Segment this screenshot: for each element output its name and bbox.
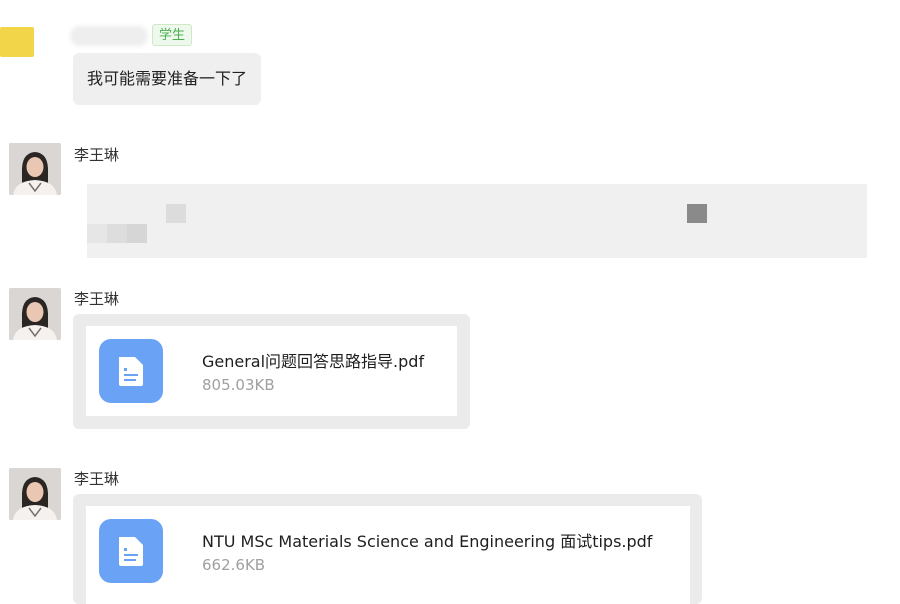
redaction-block — [166, 204, 186, 223]
redaction-block — [107, 224, 127, 243]
file-size: 805.03KB — [202, 376, 275, 394]
sender-name-redacted — [70, 26, 148, 46]
file-message[interactable]: NTU MSc Materials Science and Engineerin… — [73, 494, 702, 604]
student-avatar[interactable] — [0, 27, 34, 57]
sender-name: 李王琳 — [74, 470, 120, 488]
file-size: 662.6KB — [202, 556, 266, 574]
file-message[interactable]: General问题回答思路指导.pdf 805.03KB — [73, 314, 470, 429]
document-file-icon — [99, 519, 163, 583]
teacher-avatar[interactable] — [9, 468, 61, 520]
file-card[interactable]: General问题回答思路指导.pdf 805.03KB — [86, 326, 457, 416]
teacher-avatar[interactable] — [9, 288, 61, 340]
redaction-block — [127, 224, 147, 243]
teacher-avatar[interactable] — [9, 143, 61, 195]
document-file-icon — [99, 339, 163, 403]
redaction-block — [687, 204, 707, 223]
sender-name: 李王琳 — [74, 146, 120, 164]
person-photo-icon — [9, 468, 61, 520]
sender-name: 李王琳 — [74, 290, 120, 308]
message-bubble[interactable]: 我可能需要准备一下了 — [73, 53, 262, 105]
person-photo-icon — [9, 288, 61, 340]
person-photo-icon — [9, 143, 61, 195]
file-name: NTU MSc Materials Science and Engineerin… — [202, 532, 653, 551]
redacted-message-bubble[interactable] — [87, 184, 867, 258]
student-role-badge: 学生 — [152, 24, 193, 46]
redaction-block — [87, 224, 107, 243]
file-card[interactable]: NTU MSc Materials Science and Engineerin… — [86, 506, 690, 604]
file-name: General问题回答思路指导.pdf — [202, 352, 425, 371]
